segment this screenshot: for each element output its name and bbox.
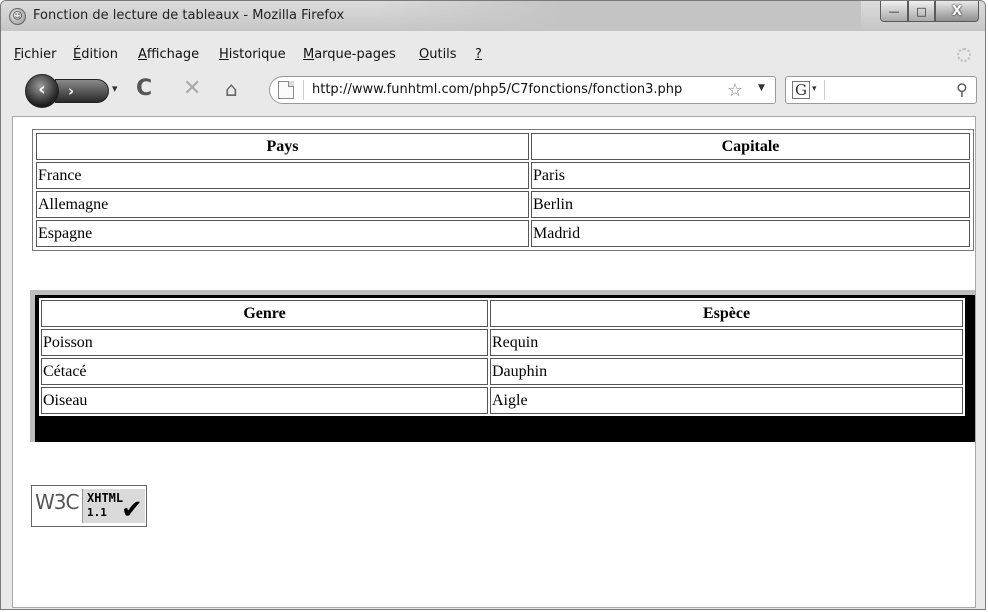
cell-genre: Poisson [41,329,488,356]
cell-pays: Espagne [36,220,529,247]
checkmark-icon: ✔ [121,495,143,524]
search-separator [824,80,825,100]
search-bar[interactable]: G ▾ ⚲ [785,76,977,104]
cell-capitale: Paris [531,162,970,189]
menu-fichier[interactable]: Fichier [14,47,57,62]
menu-aide[interactable]: ? [475,47,482,62]
stop-icon[interactable]: ✕ [183,77,201,101]
table-header-row: Pays Capitale [36,133,970,160]
menu-affichage[interactable]: Affichage [138,47,199,62]
history-dropdown-icon[interactable]: ▾ [112,82,118,95]
menu-label: dition [81,47,118,62]
menu-historique[interactable]: Historique [219,47,286,62]
menu-label: utils [429,47,457,62]
table-row: Poisson Requin [41,329,963,356]
cell-genre: Cétacé [41,358,488,385]
w3c-xhtml-badge[interactable]: W3C XHTML 1.1 ✔ [31,485,147,527]
maximize-button[interactable]: □ [908,1,935,22]
header-espece: Espèce [490,300,963,327]
google-engine-icon[interactable]: G [792,81,810,99]
back-forward-group: › ‹ ▾ [25,74,121,108]
xhtml-label: XHTML [87,491,124,505]
menu-accel: É [73,47,82,62]
menu-bar: Fichier Édition Affichage Historique Mar… [1,44,985,66]
title-bar: ☺ Fonction de lecture de tableaux - Mozi… [1,1,985,31]
firefox-logo-icon: ☺ [9,8,26,25]
xhtml-version: 1.1 [87,506,107,519]
menu-outils[interactable]: Outils [419,47,457,62]
menu-accel: M [303,47,315,62]
page-content: Pays Capitale France Paris Allemagne Ber… [12,116,976,608]
browser-window: ☺ Fonction de lecture de tableaux - Mozi… [0,0,986,610]
menu-accel: ? [475,47,482,62]
search-icon[interactable]: ⚲ [956,80,968,99]
cell-pays: Allemagne [36,191,529,218]
url-separator [303,80,304,100]
bookmark-star-icon[interactable]: ☆ [727,80,743,101]
navigation-toolbar: › ‹ ▾ C ✕ ⌂ http://www.funhtml.com/php5/… [1,69,985,109]
throbber-icon [957,48,971,62]
xhtml-badge-panel: XHTML 1.1 ✔ [82,489,145,523]
menu-label: istorique [228,47,286,62]
menu-label: ffichage [146,47,200,62]
url-text[interactable]: http://www.funhtml.com/php5/C7fonctions/… [312,82,682,97]
countries-table: Pays Capitale France Paris Allemagne Ber… [32,129,974,251]
menu-label: arque-pages [314,47,396,62]
header-genre: Genre [41,300,488,327]
table-row: Cétacé Dauphin [41,358,963,385]
cell-genre: Oiseau [41,387,488,414]
species-table-frame: Genre Espèce Poisson Requin Cétacé Dauph… [30,290,975,442]
cell-espece: Dauphin [490,358,963,385]
cell-capitale: Madrid [531,220,970,247]
minimize-button[interactable]: — [880,1,908,22]
menu-marque-pages[interactable]: Marque-pages [303,47,396,62]
title-bar-gradient [371,1,861,31]
w3c-logo-text: W3C [35,490,79,514]
species-table: Genre Espèce Poisson Requin Cétacé Dauph… [39,298,965,416]
header-capitale: Capitale [531,133,970,160]
cell-espece: Requin [490,329,963,356]
table-row: France Paris [36,162,970,189]
cell-capitale: Berlin [531,191,970,218]
table-row: Oiseau Aigle [41,387,963,414]
engine-dropdown-icon[interactable]: ▾ [812,84,817,94]
menu-accel: A [138,47,147,62]
reload-icon[interactable]: C [136,77,152,101]
menu-accel: H [219,47,229,62]
header-pays: Pays [36,133,529,160]
page-icon [278,81,294,99]
url-dropdown-icon[interactable]: ▼ [758,83,765,93]
table-row: Allemagne Berlin [36,191,970,218]
table-row: Espagne Madrid [36,220,970,247]
cell-espece: Aigle [490,387,963,414]
menu-edition[interactable]: Édition [73,47,118,62]
table-header-row: Genre Espèce [41,300,963,327]
back-button[interactable]: ‹ [25,74,59,108]
menu-label: ichier [20,47,57,62]
menu-accel: O [419,47,430,62]
cell-pays: France [36,162,529,189]
close-button[interactable]: X [935,1,979,22]
address-bar[interactable]: http://www.funhtml.com/php5/C7fonctions/… [269,76,776,104]
forward-button[interactable]: › [55,79,109,103]
window-title: Fonction de lecture de tableaux - Mozill… [33,8,345,23]
home-icon[interactable]: ⌂ [225,77,238,101]
window-controls: — □ X [880,1,979,23]
